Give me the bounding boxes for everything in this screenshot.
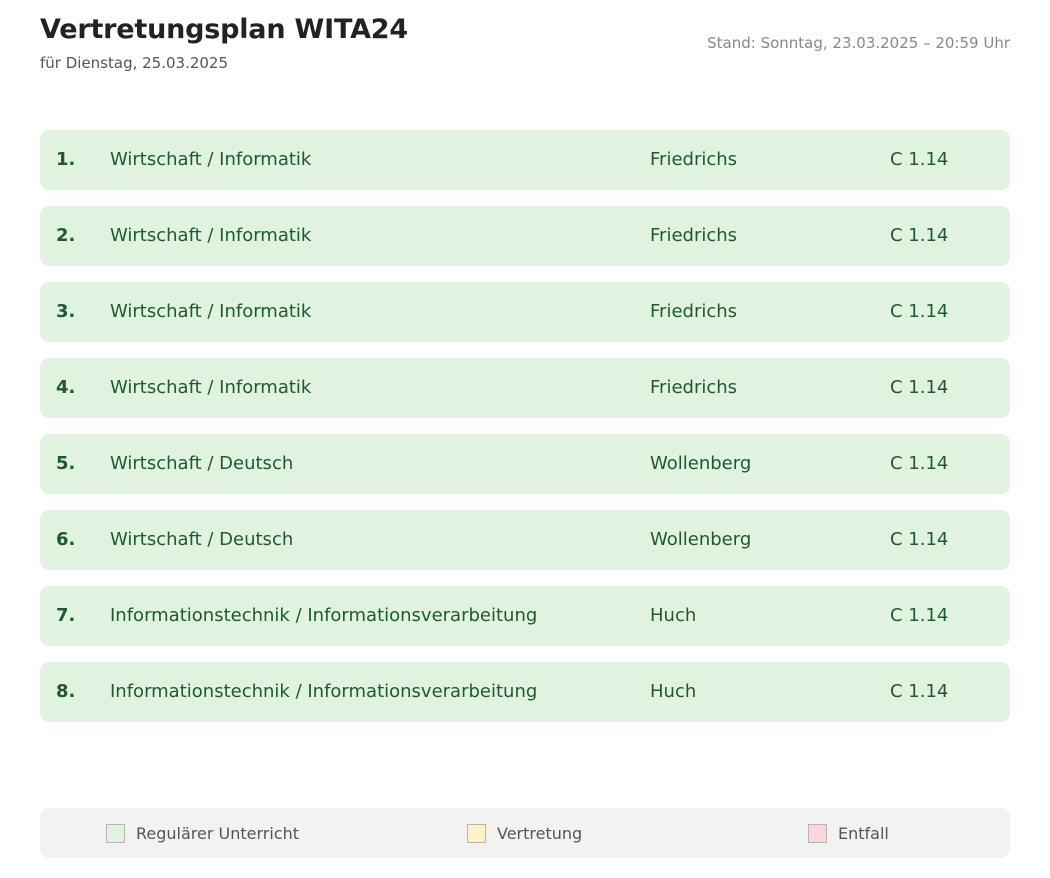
lesson-subject: Informationstechnik / Informationsverarb… [110, 681, 538, 702]
lesson-number: 6. [56, 529, 76, 550]
lesson-number: 3. [56, 301, 76, 322]
lesson-teacher: Friedrichs [650, 377, 738, 398]
legend-swatch-regular [106, 823, 125, 843]
legend-swatch-cancelled [808, 823, 827, 843]
lesson-subject: Wirtschaft / Informatik [110, 301, 312, 322]
lesson-number: 8. [56, 681, 76, 702]
lesson-teacher: Huch [650, 681, 697, 702]
lesson-subject: Wirtschaft / Deutsch [110, 529, 294, 550]
lesson-row: 1. Wirtschaft / Informatik Friedrichs C … [40, 130, 1010, 190]
lesson-row: 7. Informationstechnik / Informationsver… [40, 586, 1010, 646]
lesson-room: C 1.14 [890, 225, 949, 246]
lesson-number: 1. [56, 149, 76, 170]
lesson-subject: Wirtschaft / Informatik [110, 377, 312, 398]
lesson-room: C 1.14 [890, 681, 949, 702]
lesson-teacher: Friedrichs [650, 301, 738, 322]
lesson-room: C 1.14 [890, 301, 949, 322]
lesson-row: 8. Informationstechnik / Informationsver… [40, 662, 1010, 722]
status-legend: Regulärer Unterricht Vertretung Entfall [40, 808, 1010, 858]
legend-item-cancelled: Entfall [808, 808, 889, 858]
lesson-number: 5. [56, 453, 76, 474]
page-header: Vertretungsplan WITA24 für Dienstag, 25.… [40, 14, 1010, 84]
lesson-teacher: Friedrichs [650, 225, 738, 246]
lesson-subject: Wirtschaft / Deutsch [110, 453, 294, 474]
legend-label-regular: Regulärer Unterricht [136, 823, 300, 843]
lesson-teacher: Wollenberg [650, 453, 752, 474]
legend-swatch-substitution [467, 823, 486, 843]
lesson-row: 2. Wirtschaft / Informatik Friedrichs C … [40, 206, 1010, 266]
page-subtitle: für Dienstag, 25.03.2025 [40, 54, 229, 72]
lesson-row: 4. Wirtschaft / Informatik Friedrichs C … [40, 358, 1010, 418]
lesson-number: 7. [56, 605, 76, 626]
lesson-number: 2. [56, 225, 76, 246]
lesson-subject: Informationstechnik / Informationsverarb… [110, 605, 538, 626]
lesson-row: 3. Wirtschaft / Informatik Friedrichs C … [40, 282, 1010, 342]
lesson-room: C 1.14 [890, 453, 949, 474]
page-title: Vertretungsplan WITA24 [40, 14, 408, 45]
legend-label-substitution: Vertretung [497, 823, 583, 843]
lesson-teacher: Friedrichs [650, 149, 738, 170]
lesson-room: C 1.14 [890, 377, 949, 398]
legend-item-substitution: Vertretung [467, 808, 582, 858]
lesson-room: C 1.14 [890, 605, 949, 626]
lesson-row: 5. Wirtschaft / Deutsch Wollenberg C 1.1… [40, 434, 1010, 494]
lesson-teacher: Wollenberg [650, 529, 752, 550]
lesson-number: 4. [56, 377, 76, 398]
schedule-list: 1. Wirtschaft / Informatik Friedrichs C … [40, 130, 1010, 738]
lesson-subject: Wirtschaft / Informatik [110, 225, 312, 246]
lesson-row: 6. Wirtschaft / Deutsch Wollenberg C 1.1… [40, 510, 1010, 570]
lesson-subject: Wirtschaft / Informatik [110, 149, 312, 170]
legend-label-cancelled: Entfall [838, 823, 889, 843]
legend-item-regular: Regulärer Unterricht [106, 808, 299, 858]
lesson-teacher: Huch [650, 605, 697, 626]
lesson-room: C 1.14 [890, 149, 949, 170]
lesson-room: C 1.14 [890, 529, 949, 550]
last-updated-timestamp: Stand: Sonntag, 23.03.2025 – 20:59 Uhr [707, 34, 1010, 52]
